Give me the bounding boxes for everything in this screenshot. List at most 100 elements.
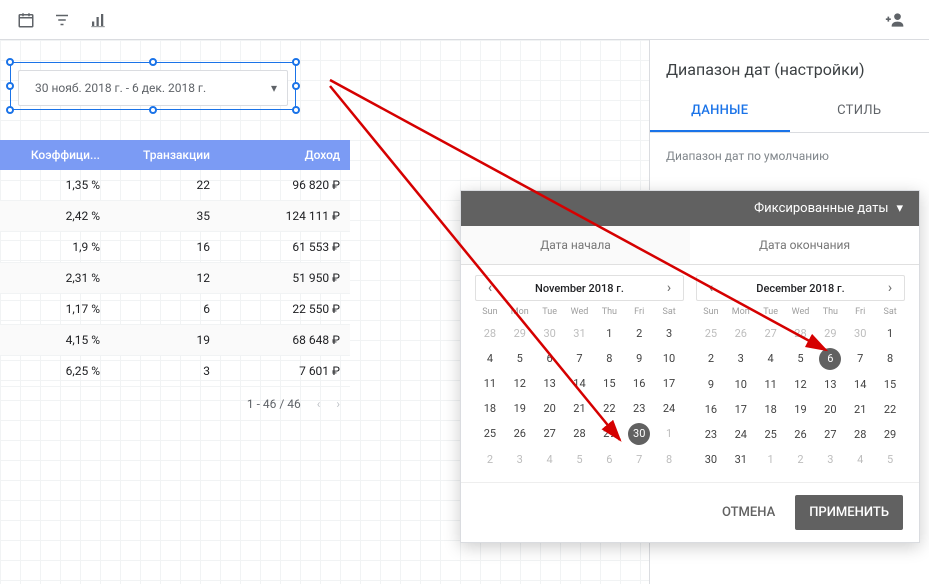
calendar-day[interactable]: 28 bbox=[845, 422, 875, 447]
calendar-day[interactable]: 2 bbox=[696, 346, 726, 372]
calendar-day[interactable]: 7 bbox=[845, 346, 875, 372]
calendar-day-selected[interactable]: 30 bbox=[628, 423, 650, 445]
resize-handle[interactable] bbox=[292, 58, 300, 66]
calendar-day[interactable]: 10 bbox=[654, 346, 684, 371]
calendar-day[interactable]: 27 bbox=[535, 421, 565, 447]
calendar-day[interactable]: 25 bbox=[756, 422, 786, 447]
calendar-day[interactable]: 14 bbox=[565, 371, 595, 396]
calendar-day-other[interactable]: 1 bbox=[756, 447, 786, 472]
calendar-day[interactable]: 22 bbox=[875, 397, 905, 422]
calendar-day[interactable]: 15 bbox=[875, 372, 905, 397]
th-income[interactable]: Доход bbox=[220, 140, 350, 170]
calendar-day[interactable]: 13 bbox=[535, 371, 565, 396]
calendar-day-other[interactable]: 28 bbox=[475, 321, 505, 346]
calendar-day-other[interactable]: 8 bbox=[654, 447, 684, 472]
calendar-day[interactable]: 29 bbox=[594, 421, 624, 447]
calendar-day[interactable]: 1 bbox=[594, 321, 624, 346]
next-month-icon[interactable]: › bbox=[661, 280, 677, 296]
calendar-day-other[interactable]: 7 bbox=[624, 447, 654, 472]
calendar-day[interactable]: 13 bbox=[815, 372, 845, 397]
calendar-day[interactable]: 9 bbox=[624, 346, 654, 371]
calendar-day[interactable]: 18 bbox=[756, 397, 786, 422]
table-row[interactable]: 1,35 %2296 820 ₽ bbox=[0, 170, 350, 201]
metrics-icon[interactable] bbox=[84, 6, 112, 34]
calendar-day[interactable]: 6 bbox=[535, 346, 565, 371]
table-row[interactable]: 4,15 %1968 648 ₽ bbox=[0, 325, 350, 356]
calendar-day[interactable]: 3 bbox=[654, 321, 684, 346]
calendar-day[interactable]: 20 bbox=[535, 396, 565, 421]
calendar-day[interactable]: 29 bbox=[875, 422, 905, 447]
filter-icon[interactable] bbox=[48, 6, 76, 34]
tab-style[interactable]: СТИЛЬ bbox=[790, 91, 929, 132]
calendar-day[interactable]: 16 bbox=[624, 371, 654, 396]
calendar-day[interactable]: 5 bbox=[505, 346, 535, 371]
calendar-day-other[interactable]: 5 bbox=[565, 447, 595, 472]
calendar-day-other[interactable]: 2 bbox=[786, 447, 816, 472]
calendar-day[interactable]: 23 bbox=[696, 422, 726, 447]
apply-button[interactable]: ПРИМЕНИТЬ bbox=[795, 495, 903, 530]
calendar-day[interactable]: 21 bbox=[565, 396, 595, 421]
calendar-day[interactable]: 7 bbox=[565, 346, 595, 371]
calendar-day[interactable]: 31 bbox=[726, 447, 756, 472]
calendar-day[interactable]: 10 bbox=[726, 372, 756, 397]
calendar-day[interactable]: 12 bbox=[505, 371, 535, 396]
resize-handle[interactable] bbox=[292, 82, 300, 90]
calendar-day-other[interactable]: 4 bbox=[535, 447, 565, 472]
calendar-day-other[interactable]: 3 bbox=[505, 447, 535, 472]
calendar-day-other[interactable]: 28 bbox=[786, 321, 816, 346]
tab-end-date[interactable]: Дата окончания bbox=[690, 226, 919, 264]
calendar-day[interactable]: 17 bbox=[654, 371, 684, 396]
calendar-day-other[interactable]: 30 bbox=[845, 321, 875, 346]
pager-prev-icon[interactable]: ‹ bbox=[317, 397, 321, 411]
prev-month-icon[interactable]: ‹ bbox=[482, 280, 498, 296]
cancel-button[interactable]: ОТМЕНА bbox=[710, 497, 787, 528]
table-row[interactable]: 1,17 %622 550 ₽ bbox=[0, 294, 350, 325]
calendar-day[interactable]: 30 bbox=[696, 447, 726, 472]
calendar-day-other[interactable]: 25 bbox=[696, 321, 726, 346]
calendar-day[interactable]: 26 bbox=[505, 421, 535, 447]
calendar-day-other[interactable]: 27 bbox=[756, 321, 786, 346]
table-row[interactable]: 1,9 %1661 553 ₽ bbox=[0, 232, 350, 263]
calendar-day[interactable]: 19 bbox=[505, 396, 535, 421]
calendar-day[interactable]: 9 bbox=[696, 372, 726, 397]
calendar-day[interactable]: 16 bbox=[696, 397, 726, 422]
calendar-day[interactable]: 25 bbox=[475, 421, 505, 447]
calendar-day[interactable]: 4 bbox=[756, 346, 786, 372]
calendar-day[interactable]: 17 bbox=[726, 397, 756, 422]
calendar-day-other[interactable]: 6 bbox=[594, 447, 624, 472]
resize-handle[interactable] bbox=[149, 106, 157, 114]
calendar-day[interactable]: 2 bbox=[624, 321, 654, 346]
calendar-day[interactable]: 4 bbox=[475, 346, 505, 371]
calendar-day[interactable]: 20 bbox=[815, 397, 845, 422]
tab-data[interactable]: ДАННЫЕ bbox=[650, 91, 790, 132]
calendar-day[interactable]: 12 bbox=[786, 372, 816, 397]
date-mode-select[interactable]: Фиксированные даты ▾ bbox=[461, 191, 919, 226]
calendar-day-other[interactable]: 29 bbox=[815, 321, 845, 346]
calendar-day[interactable]: 1 bbox=[875, 321, 905, 346]
resize-handle[interactable] bbox=[292, 106, 300, 114]
date-range-widget[interactable]: 30 нояб. 2018 г. - 6 дек. 2018 г. ▾ bbox=[18, 70, 288, 106]
calendar-day[interactable]: 24 bbox=[726, 422, 756, 447]
calendar-day[interactable]: 5 bbox=[786, 346, 816, 372]
add-person-icon[interactable] bbox=[881, 6, 909, 34]
calendar-day[interactable]: 21 bbox=[845, 397, 875, 422]
calendar-day-other[interactable]: 30 bbox=[535, 321, 565, 346]
calendar-day[interactable]: 22 bbox=[594, 396, 624, 421]
pager-next-icon[interactable]: › bbox=[336, 397, 340, 411]
calendar-day-other[interactable]: 4 bbox=[845, 447, 875, 472]
table-row[interactable]: 2,42 %35124 111 ₽ bbox=[0, 201, 350, 232]
calendar-day[interactable]: 27 bbox=[815, 422, 845, 447]
calendar-day-other[interactable]: 1 bbox=[654, 421, 684, 447]
calendar-day-other[interactable]: 31 bbox=[565, 321, 595, 346]
calendar-day-other[interactable]: 5 bbox=[875, 447, 905, 472]
calendar-day-other[interactable]: 2 bbox=[475, 447, 505, 472]
calendar-day[interactable]: 3 bbox=[726, 346, 756, 372]
th-trans[interactable]: Транзакции bbox=[110, 140, 220, 170]
calendar-day-other[interactable]: 26 bbox=[726, 321, 756, 346]
resize-handle[interactable] bbox=[6, 106, 14, 114]
th-coef[interactable]: Коэффици... bbox=[0, 140, 110, 170]
calendar-day[interactable]: 8 bbox=[594, 346, 624, 371]
table-row[interactable]: 6,25 %37 601 ₽ bbox=[0, 356, 350, 387]
calendar-day[interactable]: 26 bbox=[786, 422, 816, 447]
resize-handle[interactable] bbox=[149, 58, 157, 66]
